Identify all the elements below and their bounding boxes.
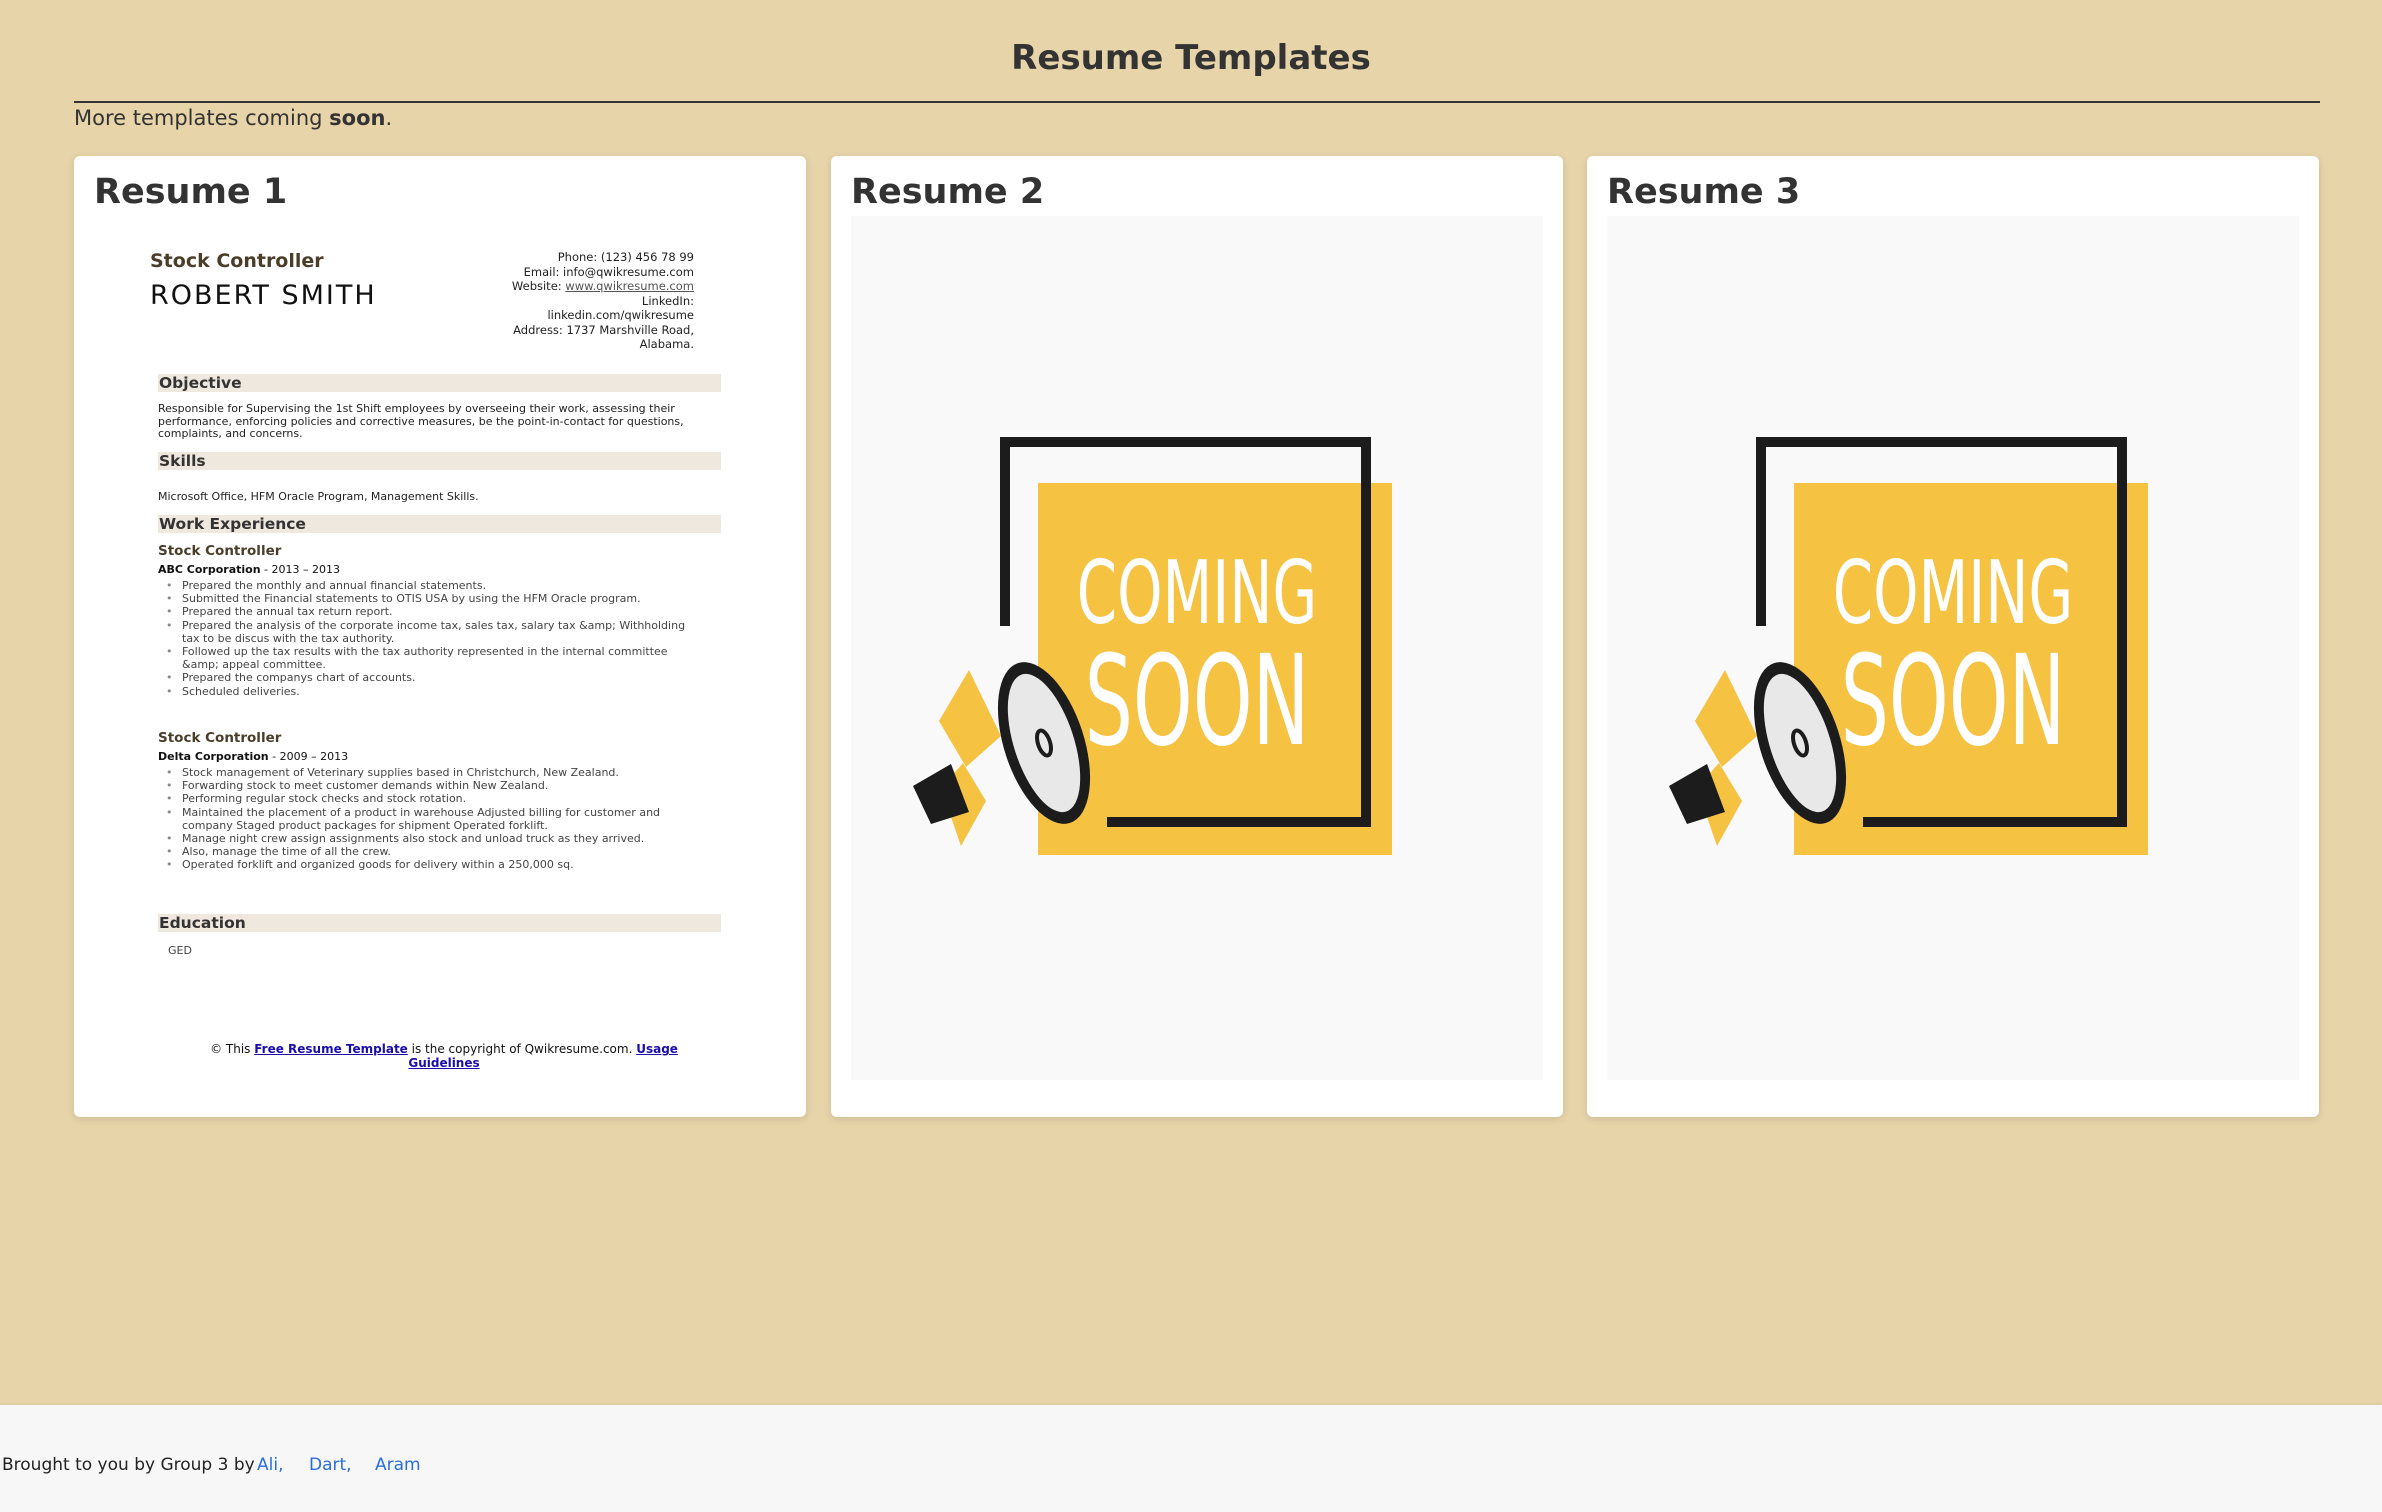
card-title: Resume 2 [851,172,1045,212]
card-title: Resume 3 [1607,172,1801,212]
resume-preview-image[interactable]: Stock Controller ROBERT SMITH Phone: (12… [94,216,786,1080]
coming-soon-image[interactable]: COMING SOON [1607,216,2299,1080]
job-bullets: Stock management of Veterinary supplies … [166,766,706,872]
skills-text: Microsoft Office, HFM Oracle Program, Ma… [158,490,479,503]
resume-card-2[interactable]: Resume 2 COMING SOON [831,156,1563,1117]
job-company: ABC Corporation - 2013 – 2013 [158,563,341,576]
coming-soon-illustration: COMING SOON [913,437,1392,855]
page-footer: Brought to you by Group 3 by Ali, Dart, … [0,1405,2382,1512]
author-link-dart[interactable]: Dart, [309,1455,352,1475]
title-divider [74,101,2320,103]
free-resume-template-link[interactable]: Free Resume Template [254,1042,408,1056]
section-objective: Objective [158,374,721,392]
resume-job-title: Stock Controller [150,250,324,272]
job-bullets: Prepared the monthly and annual financia… [166,579,706,698]
education-text: GED [168,944,192,957]
coming-soon-image[interactable]: COMING SOON [851,216,1543,1080]
notice-emphasis: soon [329,106,386,130]
job-role: Stock Controller [158,543,282,559]
resume-copyright: © This Free Resume Template is the copyr… [210,1042,678,1070]
soon-text: SOON [1085,629,1310,774]
job-company: Delta Corporation - 2009 – 2013 [158,750,349,763]
footer-credit: Brought to you by Group 3 by [2,1455,255,1475]
author-link-ali[interactable]: Ali, [257,1455,283,1475]
section-skills: Skills [158,452,721,470]
resume-card-3[interactable]: Resume 3 COMING SOON [1587,156,2319,1117]
objective-text: Responsible for Supervising the 1st Shif… [158,402,684,440]
resume-card-1[interactable]: Resume 1 Stock Controller ROBERT SMITH P… [74,156,806,1117]
soon-text: SOON [1841,629,2066,774]
author-link-aram[interactable]: Aram [375,1455,421,1475]
resume-contact: Phone: (123) 456 78 99 Email: info@qwikr… [511,250,694,351]
resume-document: Stock Controller ROBERT SMITH Phone: (12… [94,216,786,1080]
coming-soon-illustration: COMING SOON [1669,437,2148,855]
card-title: Resume 1 [94,172,288,212]
page-title: Resume Templates [1011,38,1371,78]
section-work-experience: Work Experience [158,515,721,533]
section-education: Education [158,914,721,932]
notice-text: More templates coming soon. [74,106,393,130]
resume-name: ROBERT SMITH [150,280,377,311]
job-role: Stock Controller [158,730,282,746]
